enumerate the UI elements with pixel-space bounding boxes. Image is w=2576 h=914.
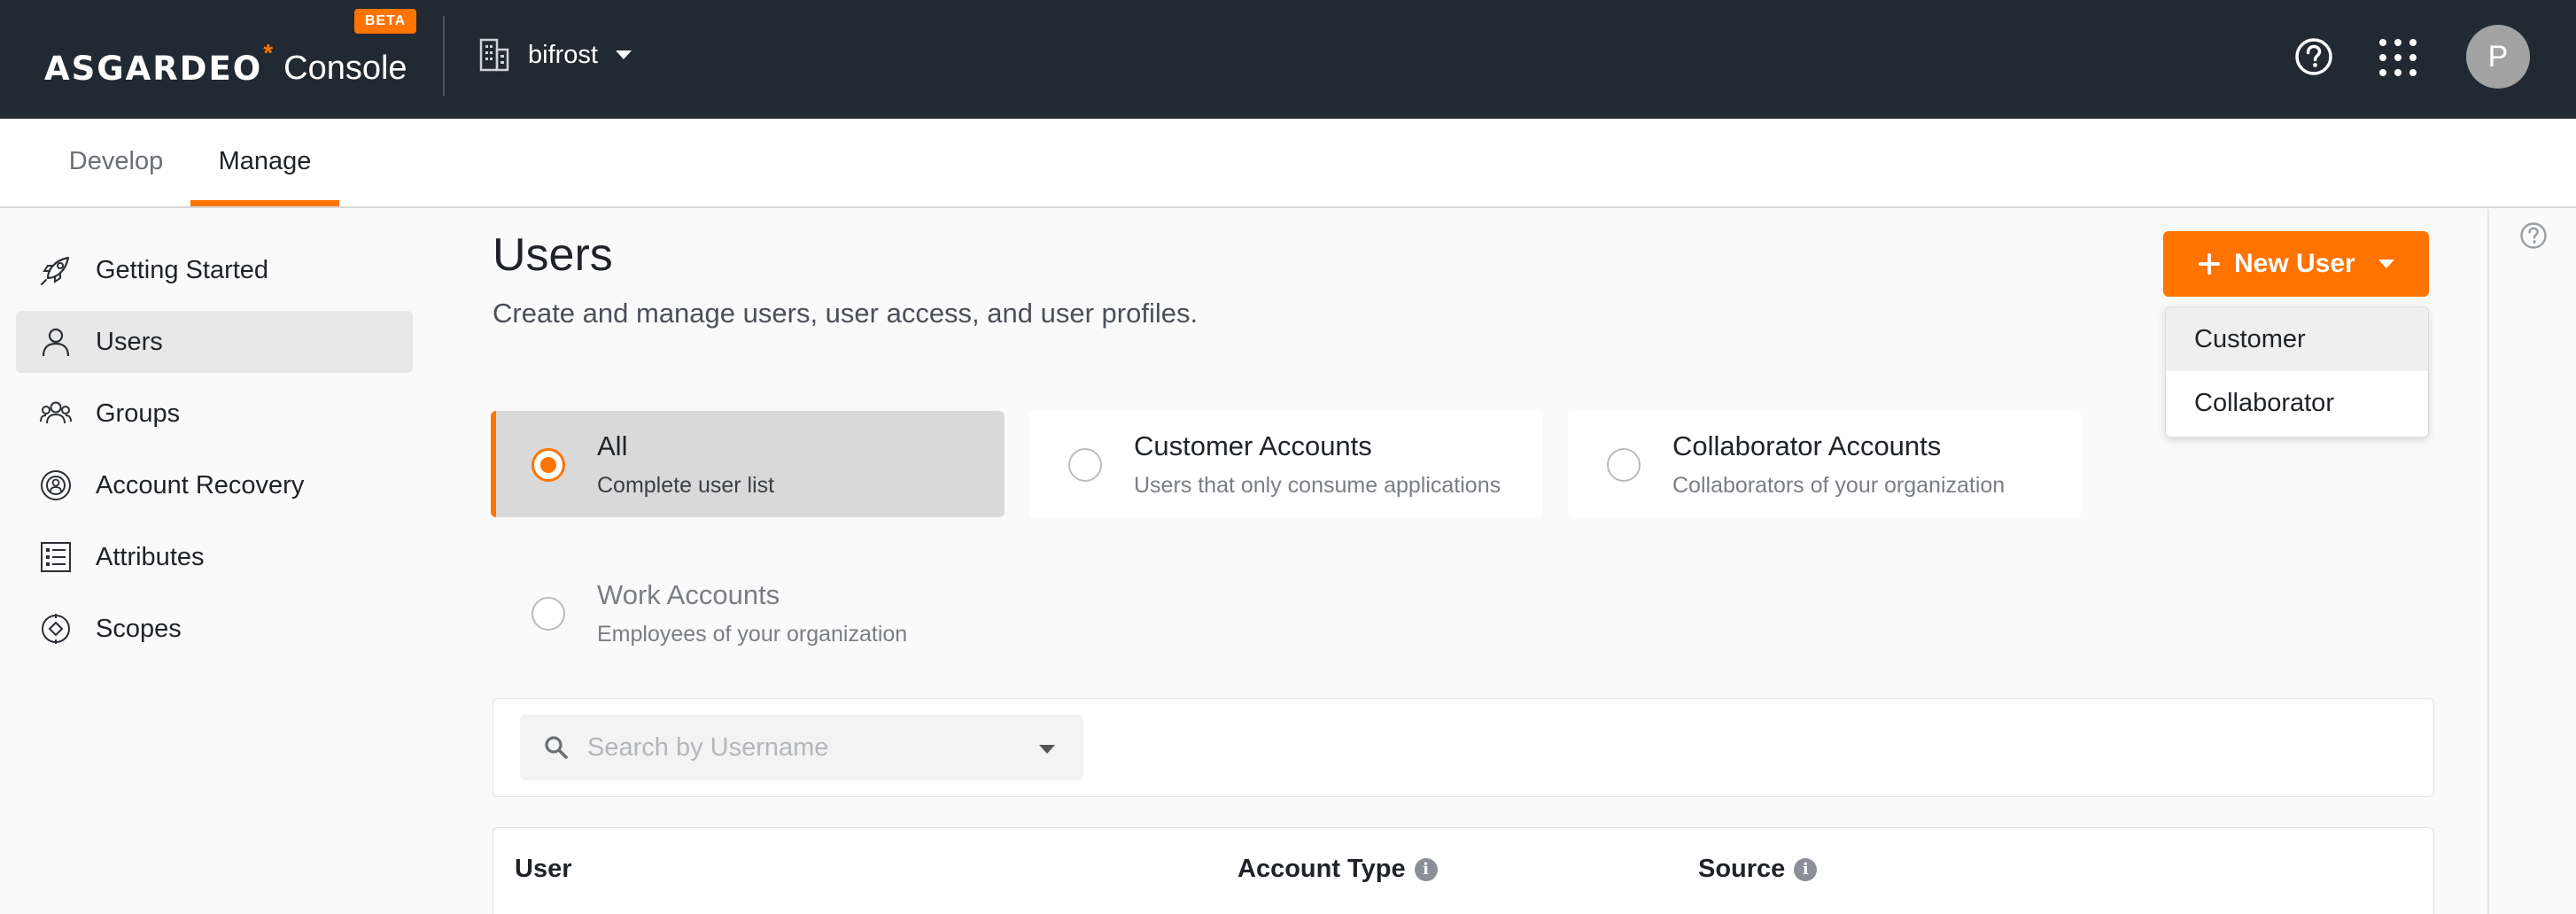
radio-selected[interactable] xyxy=(531,448,565,482)
filter-title: Collaborator Accounts xyxy=(1672,430,1942,461)
top-navigation-bar: ASGARDEO * Console BETA bifrost P xyxy=(0,0,2576,119)
sidebar-item-account-recovery[interactable]: Account Recovery xyxy=(16,454,413,516)
column-header-account-type: Account Type i xyxy=(1238,855,1438,884)
sidebar-item-getting-started[interactable]: Getting Started xyxy=(16,239,413,301)
sidebar-item-users[interactable]: Users xyxy=(16,311,413,373)
filter-collaborator-accounts[interactable]: Collaborator Accounts Collaborators of y… xyxy=(1568,411,2082,517)
menu-item-collaborator[interactable]: Collaborator xyxy=(2166,371,2428,435)
console-label: Console xyxy=(283,50,407,87)
user-icon xyxy=(42,328,70,357)
new-user-label: New User xyxy=(2234,249,2355,278)
search-panel xyxy=(493,698,2434,797)
info-icon[interactable]: i xyxy=(1794,857,1818,881)
filter-title: Customer Accounts xyxy=(1134,430,1372,461)
column-header-source: Source i xyxy=(1698,855,1818,884)
sidebar-item-label: Attributes xyxy=(96,542,205,571)
new-user-menu: Customer Collaborator xyxy=(2165,306,2429,438)
filter-work-accounts[interactable]: Work Accounts Employees of your organiza… xyxy=(493,560,1006,666)
filter-subtitle: Employees of your organization xyxy=(597,622,908,647)
sidebar-item-attributes[interactable]: Attributes xyxy=(16,526,413,588)
filter-customer-accounts[interactable]: Customer Accounts Users that only consum… xyxy=(1029,411,1543,517)
filter-subtitle: Users that only consume applications xyxy=(1134,473,1501,498)
attributes-icon xyxy=(41,542,71,572)
search-options-dropdown-icon[interactable] xyxy=(1039,745,1055,754)
help-icon[interactable] xyxy=(2294,37,2333,76)
help-icon[interactable] xyxy=(2519,221,2548,250)
tab-develop[interactable]: Develop xyxy=(39,119,193,206)
organization-name: bifrost xyxy=(528,40,598,69)
account-recovery-icon xyxy=(41,470,71,500)
sidebar-item-label: Users xyxy=(96,327,163,356)
beta-badge: BETA xyxy=(354,9,416,34)
rocket-icon xyxy=(41,256,70,285)
apps-grid-icon[interactable] xyxy=(2379,39,2417,76)
asgardeo-logo[interactable]: ASGARDEO * Console xyxy=(44,32,407,88)
filter-title: Work Accounts xyxy=(597,579,780,610)
filter-subtitle: Complete user list xyxy=(597,473,775,498)
sidebar-item-label: Account Recovery xyxy=(96,470,305,500)
logo-star-mark: * xyxy=(263,39,274,66)
page-title: Users xyxy=(493,229,613,281)
plus-icon xyxy=(2199,253,2220,275)
info-icon[interactable]: i xyxy=(1414,857,1438,881)
radio-unselected[interactable] xyxy=(1607,448,1641,482)
menu-item-customer[interactable]: Customer xyxy=(2166,307,2428,371)
logo-wordmark: ASGARDEO xyxy=(44,50,263,88)
chevron-down-icon xyxy=(615,50,632,59)
radio-unselected[interactable] xyxy=(531,597,565,631)
search-icon xyxy=(545,736,568,759)
organization-switcher[interactable]: bifrost xyxy=(478,35,632,74)
groups-icon xyxy=(40,401,72,424)
sidebar-item-scopes[interactable]: Scopes xyxy=(16,598,413,660)
sidebar-item-label: Scopes xyxy=(96,614,182,643)
sidebar-item-groups[interactable]: Groups xyxy=(16,383,413,445)
filter-subtitle: Collaborators of your organization xyxy=(1672,473,2006,498)
scopes-icon xyxy=(42,614,70,644)
column-label: Account Type xyxy=(1238,855,1406,883)
page-description: Create and manage users, user access, an… xyxy=(493,298,1199,329)
sidebar-item-label: Getting Started xyxy=(96,255,269,284)
radio-unselected[interactable] xyxy=(1068,448,1102,482)
column-header-user: User xyxy=(515,855,572,884)
sidebar-item-label: Groups xyxy=(96,399,181,428)
search-box[interactable] xyxy=(520,715,1083,780)
building-icon xyxy=(479,38,509,72)
tab-manage[interactable]: Manage xyxy=(190,119,339,206)
users-table-header: User Account Type i Source i xyxy=(493,827,2434,914)
header-divider xyxy=(443,16,445,96)
search-input[interactable] xyxy=(587,715,1013,780)
chevron-down-icon xyxy=(2378,259,2394,268)
new-user-button[interactable]: New User xyxy=(2163,231,2429,297)
filter-title: All xyxy=(597,430,628,461)
filter-all[interactable]: All Complete user list xyxy=(491,411,1005,517)
column-label: User xyxy=(515,855,572,883)
column-label: Source xyxy=(1698,855,1786,883)
user-avatar[interactable]: P xyxy=(2466,25,2530,89)
main-tabs: Develop Manage xyxy=(0,119,2576,208)
right-panel-divider xyxy=(2487,209,2489,914)
